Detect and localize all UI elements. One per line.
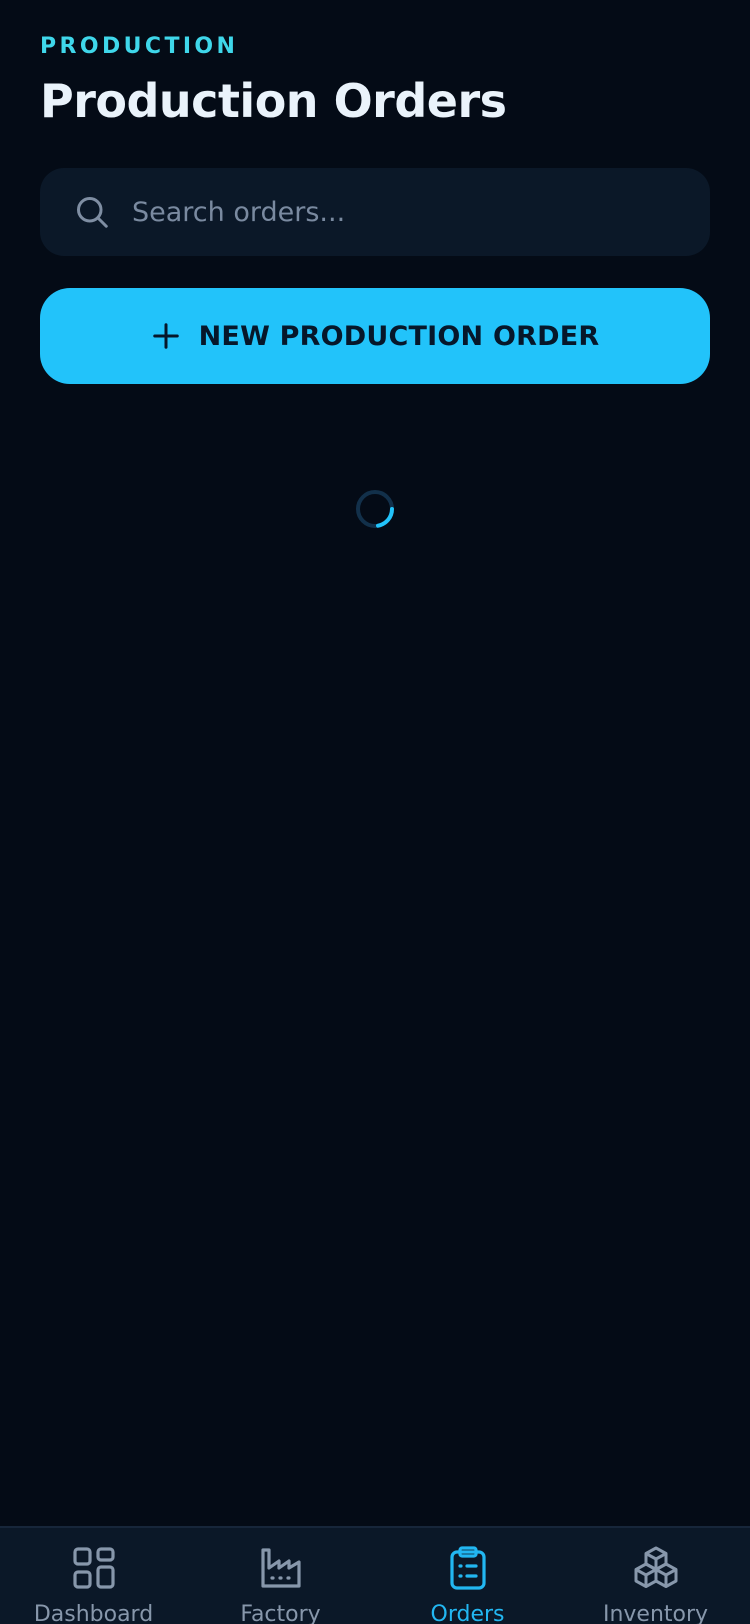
new-production-order-button[interactable]: NEW PRODUCTION ORDER [40, 288, 710, 384]
factory-icon [260, 1548, 301, 1588]
boxes-icon [634, 1546, 677, 1588]
new-production-order-label: NEW PRODUCTION ORDER [198, 320, 600, 352]
tab-dashboard[interactable]: Dashboard [0, 1528, 187, 1624]
tab-inventory-label: Inventory [602, 1602, 709, 1624]
production-orders-screen: PRODUCTION Production Orders NEW PRODUCT… [0, 0, 750, 1624]
search-icon [77, 197, 108, 228]
loading-spinner [356, 490, 394, 528]
clipboard-list-icon [449, 1546, 486, 1590]
search-bar[interactable] [40, 168, 710, 256]
plus-icon [152, 323, 179, 349]
search-input[interactable] [132, 168, 692, 256]
section-eyebrow: PRODUCTION [40, 34, 239, 59]
tab-orders[interactable]: Orders [374, 1528, 561, 1624]
tab-factory[interactable]: Factory [187, 1528, 374, 1624]
tab-orders-label: Orders [430, 1602, 505, 1624]
bottom-tab-bar: Dashboard Factory Orders Inventory [0, 1526, 750, 1624]
dashboard-icon [72, 1547, 115, 1589]
tab-inventory[interactable]: Inventory [562, 1528, 749, 1624]
tab-factory-label: Factory [240, 1602, 321, 1624]
page-title: Production Orders [40, 74, 507, 128]
tab-dashboard-label: Dashboard [33, 1602, 154, 1624]
